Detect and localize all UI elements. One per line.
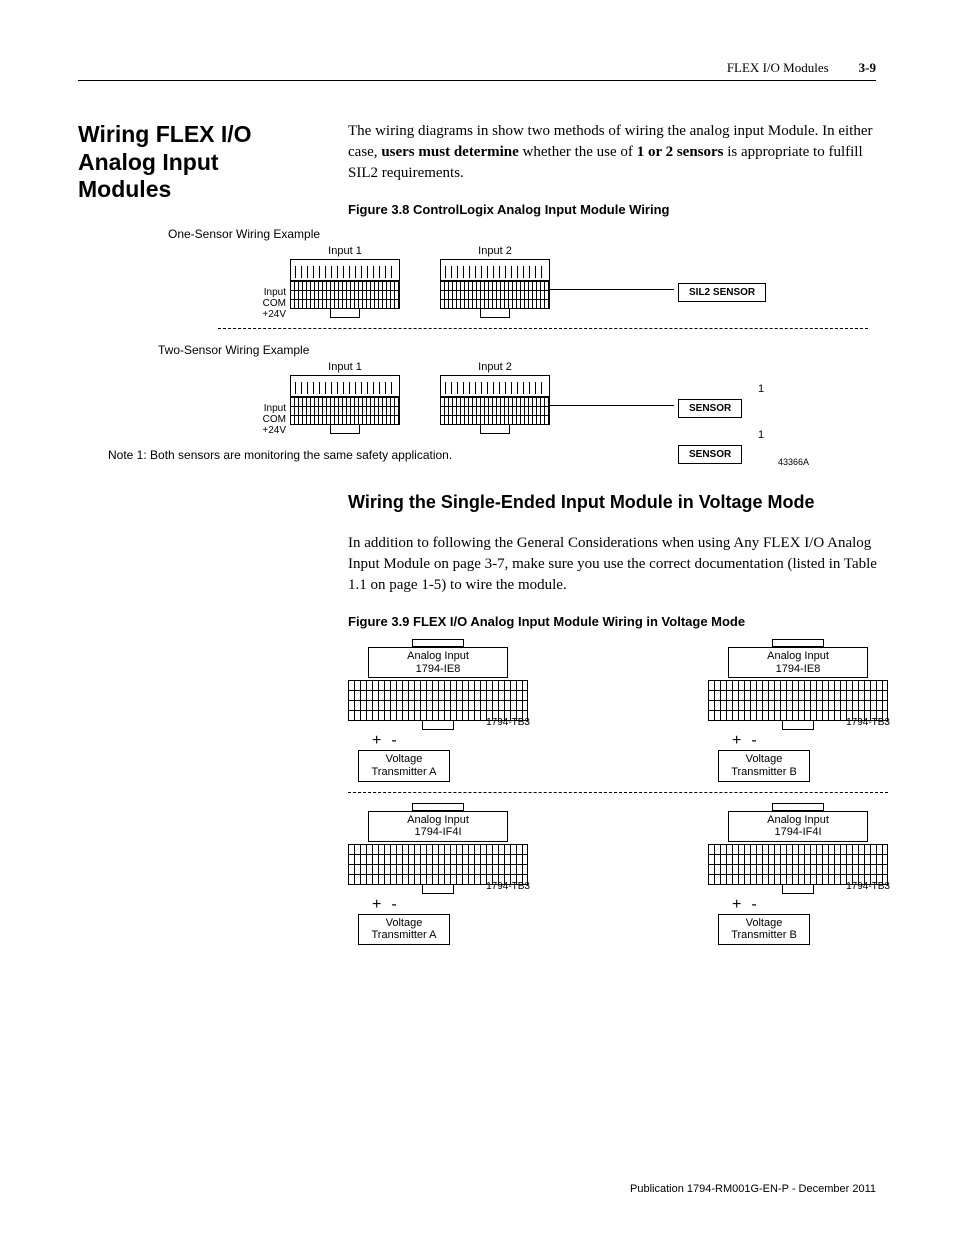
header-rule [78, 80, 876, 81]
vt-a-l1: Voltage [386, 753, 423, 765]
fig39-dash-divider [348, 792, 888, 793]
wire-to-sensor [548, 289, 674, 290]
tb3-label-d: 1794-TB3 [846, 881, 890, 892]
footer-publication: Publication 1794-RM001G-EN-P - December … [630, 1183, 876, 1195]
mod-ie8-line2-b: 1794-IE8 [776, 663, 821, 675]
header-page-number: 3-9 [859, 60, 876, 76]
header-section: FLEX I/O Modules [727, 60, 829, 76]
assembly-ie8-b: Analog Input 1794-IE8 1794-TB3 +- Voltag… [708, 639, 888, 782]
tb3-label-c: 1794-TB3 [486, 881, 530, 892]
figure-ref-number: 43366A [778, 457, 809, 467]
module-1b-label: Input 1 [290, 361, 400, 373]
two-sensor-subcaption: Two-Sensor Wiring Example [158, 343, 309, 357]
one-sensor-subcaption: One-Sensor Wiring Example [168, 227, 868, 241]
vt-a-l2: Transmitter A [372, 766, 437, 778]
figure-3-8-caption: Figure 3.8 ControlLogix Analog Input Mod… [348, 202, 888, 217]
vt-a2-l2: Transmitter A [372, 929, 437, 941]
page: FLEX I/O Modules 3-9 Wiring FLEX I/O Ana… [0, 0, 954, 1235]
note1-ref-a: 1 [758, 383, 764, 395]
mod-ie8-line1-a: Analog Input [407, 650, 469, 662]
mod-if4i-line2-b: 1794-IF4I [774, 826, 821, 838]
intro-paragraph: The wiring diagrams in show two methods … [348, 121, 888, 184]
module-input-1: Input 1 [290, 245, 400, 318]
fig39-top-row: Analog Input 1794-IE8 1794-TB3 +- Voltag… [348, 639, 888, 782]
voltage-transmitter-a2: Voltage Transmitter A [358, 914, 450, 945]
vt-a2-l1: Voltage [386, 917, 423, 929]
intro-bold-1: users must determine [381, 144, 518, 160]
sil2-sensor-box: SIL2 SENSOR [678, 283, 766, 302]
running-header: FLEX I/O Modules 3-9 [78, 60, 876, 76]
intro-text-2: whether the use of [519, 144, 637, 160]
figure-3-9-diagram: Analog Input 1794-IE8 1794-TB3 +- Voltag… [348, 639, 888, 945]
assembly-if4i-a: Analog Input 1794-IF4I 1794-TB3 +- Volta… [348, 803, 528, 946]
figure-3-9-caption: Figure 3.9 FLEX I/O Analog Input Module … [348, 614, 888, 629]
mod-ie8-line2-a: 1794-IE8 [416, 663, 461, 675]
mod-if4i-line1-b: Analog Input [767, 814, 829, 826]
polarity-b: +- [732, 732, 888, 750]
assembly-ie8-a: Analog Input 1794-IE8 1794-TB3 +- Voltag… [348, 639, 528, 782]
vt-b-l2: Transmitter B [731, 766, 797, 778]
module-input-2b: Input 2 [440, 361, 550, 434]
intro-bold-2: 1 or 2 sensors [637, 144, 724, 160]
one-sensor-row: Input COM +24V Input 1 Input 2 [238, 245, 868, 320]
section-title: Wiring FLEX I/O Analog Input Modules [78, 121, 318, 204]
module-2-label: Input 2 [440, 245, 550, 257]
module-1-label: Input 1 [290, 245, 400, 257]
mod-ie8-line1-b: Analog Input [767, 650, 829, 662]
label-com: COM [238, 298, 286, 309]
assembly-if4i-b: Analog Input 1794-IF4I 1794-TB3 +- Volta… [708, 803, 888, 946]
vt-b-l1: Voltage [746, 753, 783, 765]
note-1-text: Note 1: Both sensors are monitoring the … [108, 448, 868, 462]
tb3-label-b: 1794-TB3 [846, 717, 890, 728]
vt-b2-l1: Voltage [746, 917, 783, 929]
figure-3-8-diagram: One-Sensor Wiring Example Input COM +24V… [108, 227, 868, 462]
terminal-labels-2: Input COM +24V [238, 361, 290, 436]
label-input-2: Input [238, 403, 286, 414]
two-sensor-row: Input COM +24V Input 1 Input 2 [238, 361, 868, 436]
module-input-2: Input 2 [440, 245, 550, 318]
dash-divider-1 [218, 328, 868, 329]
subsection-title: Wiring the Single-Ended Input Module in … [348, 492, 888, 513]
voltage-transmitter-a: Voltage Transmitter A [358, 750, 450, 781]
sensor-box-b: SENSOR [678, 445, 742, 464]
label-input: Input [238, 287, 286, 298]
terminal-labels: Input COM +24V [238, 245, 290, 320]
wire-to-sensor-a [548, 405, 674, 406]
label-com-2: COM [238, 414, 286, 425]
polarity-d: +- [732, 896, 888, 914]
sensor-box-a: SENSOR [678, 399, 742, 418]
voltage-transmitter-b: Voltage Transmitter B [718, 750, 810, 781]
label-24v-2: +24V [238, 425, 286, 436]
polarity-a: +- [372, 732, 528, 750]
tb3-label-a: 1794-TB3 [486, 717, 530, 728]
voltage-transmitter-b2: Voltage Transmitter B [718, 914, 810, 945]
mod-if4i-line1-a: Analog Input [407, 814, 469, 826]
label-24v: +24V [238, 309, 286, 320]
subsection-body: In addition to following the General Con… [348, 533, 888, 596]
module-input-1b: Input 1 [290, 361, 400, 434]
vt-b2-l2: Transmitter B [731, 929, 797, 941]
polarity-c: +- [372, 896, 528, 914]
fig39-bottom-row: Analog Input 1794-IF4I 1794-TB3 +- Volta… [348, 803, 888, 946]
mod-if4i-line2-a: 1794-IF4I [414, 826, 461, 838]
module-2b-label: Input 2 [440, 361, 550, 373]
note1-ref-b: 1 [758, 429, 764, 441]
